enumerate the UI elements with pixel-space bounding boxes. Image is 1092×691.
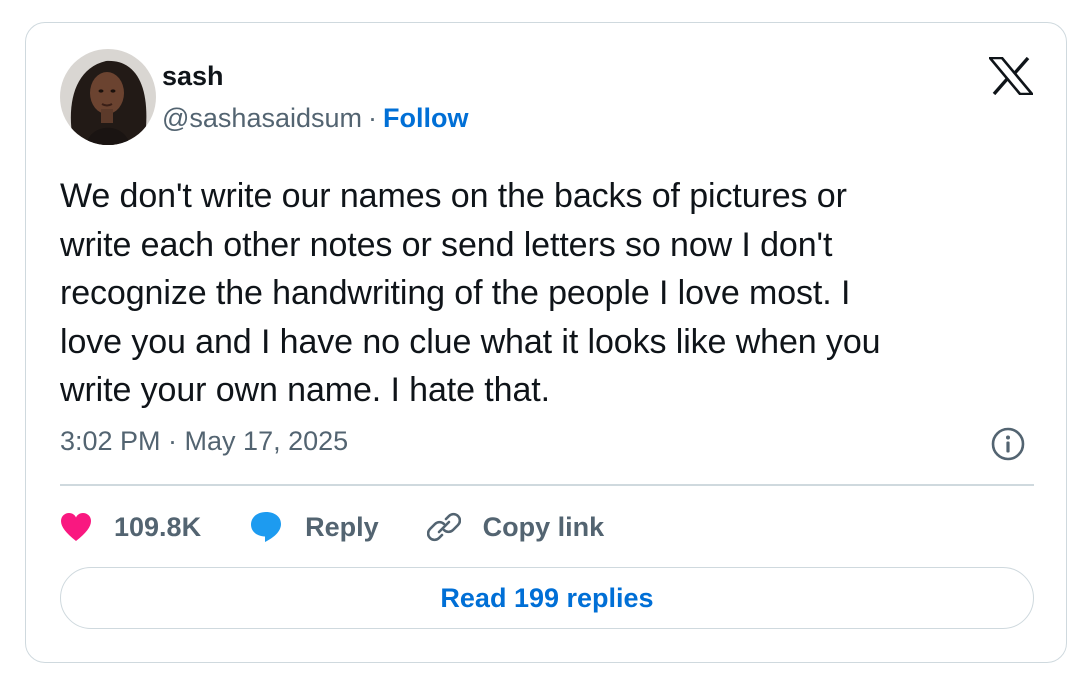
author-handle-line: @sashasaidsum · Follow (162, 102, 468, 134)
copy-link-label: Copy link (482, 511, 605, 542)
action-bar: 109.8K Reply Copy link (60, 507, 652, 547)
link-icon (426, 510, 461, 544)
speech-bubble-icon (249, 510, 283, 544)
divider (60, 484, 1034, 486)
x-logo-icon[interactable] (987, 56, 1035, 96)
info-icon[interactable] (991, 427, 1025, 461)
tweet-text: We don't write our names on the backs of… (60, 177, 881, 409)
follow-button[interactable]: Follow (383, 103, 468, 133)
copy-link-button[interactable]: Copy link (426, 510, 605, 544)
read-replies-button[interactable]: Read 199 replies (60, 567, 1034, 629)
reply-button[interactable]: Reply (249, 510, 379, 544)
tweet-embed-card: sash @sashasaidsum · Follow We don't write… (25, 22, 1067, 663)
like-count: 109.8K (114, 511, 202, 542)
author-display-name[interactable]: sash (162, 60, 224, 92)
reply-label: Reply (305, 511, 379, 542)
like-button[interactable]: 109.8K (60, 512, 201, 543)
heart-icon (60, 512, 92, 542)
author-handle[interactable]: @sashasaidsum (162, 103, 362, 133)
tweet-timestamp[interactable]: 3:02 PM · May 17, 2025 (60, 425, 348, 457)
avatar[interactable] (60, 49, 156, 145)
separator-dot: · (368, 103, 377, 133)
